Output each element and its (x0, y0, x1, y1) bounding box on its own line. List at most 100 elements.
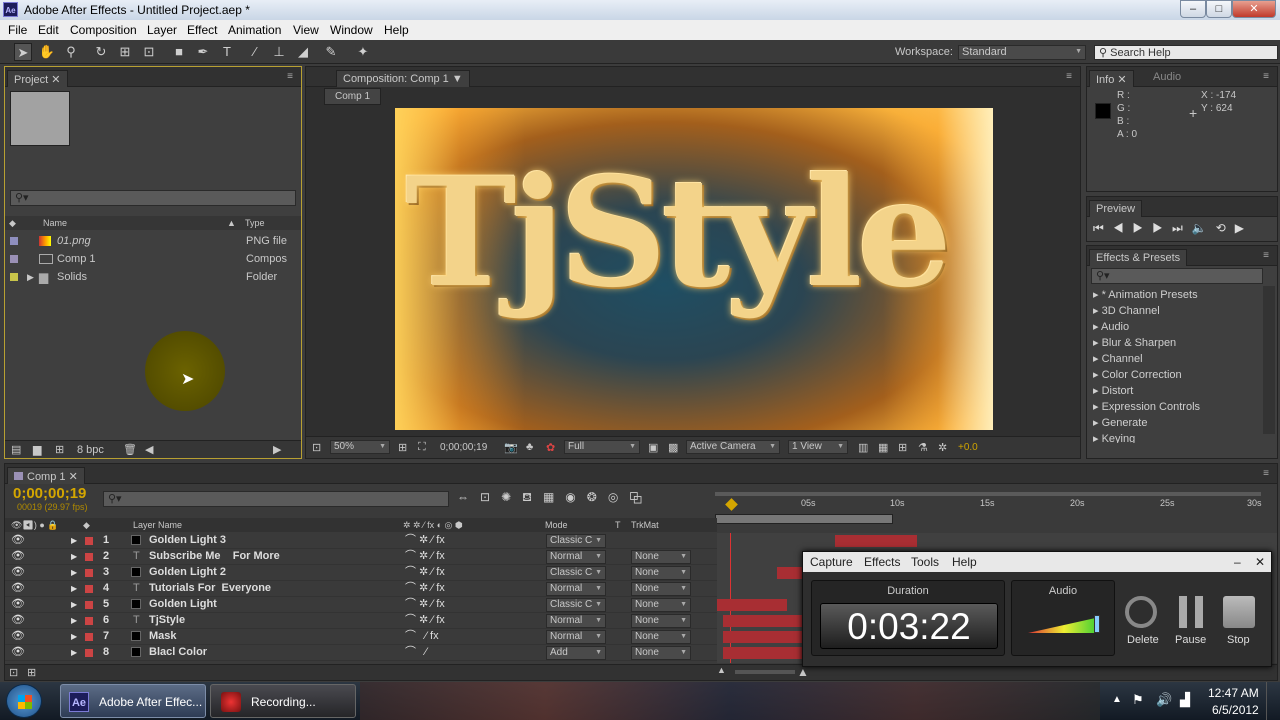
next-frame-icon[interactable]: ▶ (1152, 221, 1172, 235)
trkmat-select[interactable]: None (631, 646, 691, 660)
layer-row[interactable]: 👁 ▶ 8 Blacl Color ⌒ ⁄ Add None (5, 645, 717, 661)
col-mode[interactable]: Mode (545, 518, 568, 532)
layer-row[interactable]: 👁 ▶ 7 Mask ⌒ ⁄ fx Normal None (5, 629, 717, 645)
clone-stamp-tool-icon[interactable]: ⊥ (270, 43, 288, 61)
panel-menu-icon[interactable]: ≡ (1263, 250, 1269, 261)
work-area-bar[interactable] (715, 492, 1261, 496)
action-center-icon[interactable]: ⚑ (1132, 692, 1144, 708)
tab-audio[interactable]: Audio (1153, 71, 1181, 83)
label-color[interactable] (85, 633, 93, 641)
minimize-button[interactable]: – (1180, 0, 1206, 18)
layer-name[interactable]: Golden Light 2 (149, 565, 226, 580)
expand-arrow-icon[interactable]: ▶ (71, 549, 77, 564)
timeline-zoom-slider[interactable] (735, 670, 795, 674)
label-color[interactable] (85, 649, 93, 657)
menu-view[interactable]: View (293, 23, 319, 37)
trkmat-select[interactable]: None (631, 598, 691, 612)
delete-button[interactable]: Delete (1127, 634, 1159, 646)
camera-select[interactable]: Active Camera (686, 440, 780, 454)
visibility-eye-icon[interactable]: 👁 (11, 581, 25, 596)
view-layout-select[interactable]: 1 View (788, 440, 848, 454)
layer-switches-icon[interactable]: ⌒ ✲ ⁄ fx (405, 565, 445, 580)
blend-mode-select[interactable]: Classic C (546, 534, 606, 548)
expand-arrow-icon[interactable]: ▶ (71, 645, 77, 660)
workspace-select[interactable]: Standard (958, 45, 1086, 60)
panel-menu-icon[interactable]: ≡ (1263, 71, 1269, 82)
expand-arrow-icon[interactable]: ▶ (71, 565, 77, 580)
tab-timeline-comp[interactable]: Comp 1 ✕ (7, 467, 85, 484)
recorder-minimize-icon[interactable]: – (1234, 552, 1241, 572)
layer-duration-bar[interactable] (723, 647, 803, 659)
zoom-select[interactable]: 50% (330, 440, 390, 454)
project-search-input[interactable]: ⚲▾ (10, 190, 296, 206)
pause-icon[interactable] (1179, 596, 1203, 628)
zoom-out-icon[interactable]: ▲ (717, 665, 726, 675)
transparency-grid-icon[interactable]: ▩ (668, 441, 678, 454)
recorder-menu-effects[interactable]: Effects (864, 552, 900, 572)
brainstorm-icon[interactable]: ❂ (587, 490, 608, 504)
mask-visibility-icon[interactable]: ⛶ (418, 441, 426, 454)
first-frame-icon[interactable]: ⏮ (1093, 221, 1113, 235)
volume-icon[interactable]: 🔊 (1156, 692, 1172, 708)
menu-window[interactable]: Window (330, 23, 373, 37)
timeline-icon[interactable]: ⊞ (898, 441, 907, 454)
menu-file[interactable]: File (8, 23, 27, 37)
layer-duration-bar[interactable] (835, 535, 917, 547)
zoom-tool-icon[interactable]: ⚲ (62, 43, 80, 61)
effect-category[interactable]: ▸ 3D Channel (1093, 303, 1160, 319)
label-color[interactable] (85, 585, 93, 593)
layer-switches-icon[interactable]: ⌒ ⁄ (405, 645, 427, 660)
effect-category[interactable]: ▸ Color Correction (1093, 367, 1182, 383)
panel-menu-icon[interactable]: ≡ (287, 71, 293, 82)
recorder-menu-capture[interactable]: Capture (810, 552, 853, 572)
rectangle-tool-icon[interactable]: ■ (170, 43, 188, 61)
frame-blending-icon[interactable]: ▦ (543, 490, 565, 504)
menu-edit[interactable]: Edit (38, 23, 59, 37)
pan-behind-tool-icon[interactable]: ⊡ (140, 43, 158, 61)
loop-icon[interactable]: ⟲ (1216, 221, 1235, 235)
effects-search-input[interactable]: ⚲▾ (1091, 268, 1263, 284)
brush-tool-icon[interactable]: ∕ (246, 43, 264, 61)
effect-category[interactable]: ▸ Blur & Sharpen (1093, 335, 1176, 351)
tab-composition[interactable]: Composition: Comp 1 ▼ (336, 70, 470, 87)
label-color[interactable] (85, 569, 93, 577)
taskbar-item-recording[interactable]: Recording... (210, 684, 356, 718)
layer-row[interactable]: 👁 ▶ 3 Golden Light 2 ⌒ ✲ ⁄ fx Classic C … (5, 565, 717, 581)
play-icon[interactable]: ▶ (1133, 221, 1153, 235)
close-button[interactable]: ✕ (1232, 0, 1276, 18)
layer-name[interactable]: Tutorials For Everyone (149, 581, 271, 596)
visibility-eye-icon[interactable]: 👁 (11, 645, 25, 660)
visibility-eye-icon[interactable]: 👁 (11, 549, 25, 564)
recorder-close-icon[interactable]: ✕ (1255, 552, 1265, 572)
layer-name[interactable]: Mask (149, 629, 177, 644)
layer-row[interactable]: 👁 ▶ 6 T TjStyle ⌒ ✲ ⁄ fx Normal None (5, 613, 717, 629)
interpret-footage-icon[interactable]: ▤ (11, 441, 21, 459)
flowchart-icon[interactable]: ⚗ (918, 441, 928, 454)
blend-mode-select[interactable]: Normal (546, 614, 606, 628)
blend-mode-select[interactable]: Normal (546, 582, 606, 596)
panel-menu-icon[interactable]: ≡ (1066, 71, 1072, 82)
visibility-eye-icon[interactable]: 👁 (11, 565, 25, 580)
audio-level-meter[interactable] (1028, 617, 1100, 633)
blend-mode-select[interactable]: Normal (546, 550, 606, 564)
type-tool-icon[interactable]: T (218, 43, 236, 61)
time-ruler[interactable]: 05s 10s 15s 20s 25s 30s (715, 488, 1265, 524)
col-type[interactable]: Type (245, 216, 265, 230)
label-color[interactable] (85, 617, 93, 625)
scroll-left-icon[interactable]: ◀ (145, 441, 153, 459)
trkmat-select[interactable]: None (631, 582, 691, 596)
layer-name[interactable]: Subscribe Me For More (149, 549, 280, 564)
visibility-eye-icon[interactable]: 👁 (11, 613, 25, 628)
trkmat-select[interactable]: None (631, 630, 691, 644)
pen-tool-icon[interactable]: ✒ (194, 43, 212, 61)
previous-frame-icon[interactable]: ◀ (1113, 221, 1133, 235)
taskbar-item-after-effects[interactable]: Ae Adobe After Effec... (60, 684, 206, 718)
blend-mode-select[interactable]: Add (546, 646, 606, 660)
menu-composition[interactable]: Composition (70, 23, 137, 37)
maximize-button[interactable]: □ (1206, 0, 1232, 18)
rotate-tool-icon[interactable]: ↻ (92, 43, 110, 61)
comp-mini-flowchart-icon[interactable]: ⇔ (457, 490, 480, 504)
resolution-select[interactable]: Full (564, 440, 640, 454)
tab-effects-presets[interactable]: Effects & Presets (1089, 249, 1188, 266)
panel-menu-icon[interactable]: ≡ (1263, 468, 1269, 479)
